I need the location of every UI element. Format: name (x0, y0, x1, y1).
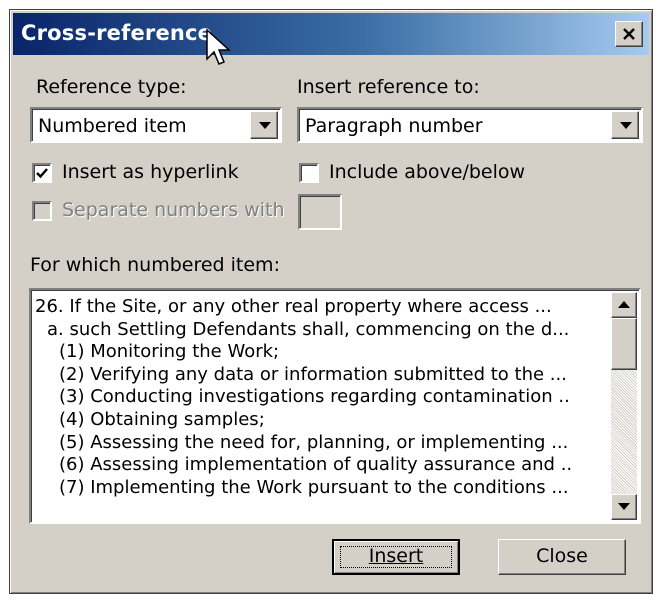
separate-numbers-label: Separate numbers with (62, 199, 285, 221)
insert-button[interactable]: Insert (332, 539, 460, 575)
insert-reference-to-value: Paragraph number (305, 115, 483, 137)
checkmark-icon (36, 168, 48, 179)
focus-rectangle (340, 546, 452, 568)
scroll-up-icon[interactable] (611, 292, 637, 318)
reference-type-value: Numbered item (38, 115, 187, 137)
list-item[interactable]: (5) Assessing the need for, planning, or… (35, 432, 613, 455)
dialog-title: Cross-reference (21, 21, 213, 45)
list-item[interactable]: (7) Implementing the Work pursuant to th… (35, 477, 613, 500)
cross-reference-dialog: Cross-reference Reference type: Numbered… (9, 9, 653, 594)
insert-as-hyperlink-checkbox[interactable] (32, 163, 52, 183)
mouse-cursor-icon (206, 29, 231, 65)
chevron-down-icon[interactable] (611, 111, 639, 139)
reference-type-label: Reference type: (36, 76, 187, 98)
list-item[interactable]: (2) Verifying any data or information su… (35, 364, 613, 387)
numbered-item-list-label: For which numbered item: (30, 254, 280, 276)
numbered-item-list[interactable]: 26. If the Site, or any other real prope… (29, 288, 641, 524)
include-above-below-checkbox[interactable] (299, 163, 319, 183)
scrollbar-thumb[interactable] (611, 318, 637, 370)
close-button[interactable]: Close (498, 539, 626, 575)
close-button-label: Close (536, 545, 588, 567)
include-above-below-label[interactable]: Include above/below (329, 161, 525, 183)
scroll-down-icon[interactable] (611, 494, 637, 520)
insert-reference-to-dropdown[interactable]: Paragraph number (297, 107, 643, 143)
separator-input (298, 194, 342, 230)
list-item[interactable]: (1) Monitoring the Work; (35, 341, 613, 364)
list-item[interactable]: 26. If the Site, or any other real prope… (35, 296, 613, 319)
close-icon[interactable] (615, 21, 643, 47)
list-item[interactable]: (4) Obtaining samples; (35, 409, 613, 432)
title-bar[interactable]: Cross-reference (13, 13, 649, 55)
reference-type-dropdown[interactable]: Numbered item (30, 107, 282, 143)
insert-reference-to-label: Insert reference to: (297, 76, 480, 98)
list-item[interactable]: a. such Settling Defendants shall, comme… (35, 319, 613, 342)
vertical-scrollbar[interactable] (611, 292, 637, 520)
insert-as-hyperlink-label[interactable]: Insert as hyperlink (62, 161, 239, 183)
list-item[interactable]: (3) Conducting investigations regarding … (35, 386, 613, 409)
separate-numbers-checkbox (32, 201, 52, 221)
list-item[interactable]: (6) Assessing implementation of quality … (35, 454, 613, 477)
chevron-down-icon[interactable] (250, 111, 278, 139)
